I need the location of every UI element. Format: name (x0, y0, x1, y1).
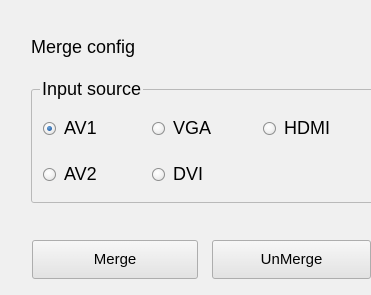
radio-av2-label: AV2 (64, 164, 97, 184)
radio-hdmi-indicator[interactable] (263, 121, 276, 135)
merge-button[interactable]: Merge (32, 240, 198, 279)
radio-av1[interactable]: AV1 (43, 117, 97, 139)
radio-av1-label: AV1 (64, 118, 97, 138)
input-source-legend: Input source (40, 78, 144, 100)
radio-av2-indicator[interactable] (43, 167, 56, 181)
input-source-group (31, 89, 371, 203)
radio-av1-indicator[interactable] (43, 121, 56, 135)
radio-vga-label: VGA (173, 118, 212, 138)
radio-dvi-indicator[interactable] (152, 167, 165, 181)
panel-title: Merge config (31, 37, 136, 57)
radio-hdmi[interactable]: HDMI (263, 117, 330, 139)
radio-dvi-label: DVI (173, 164, 204, 184)
radio-hdmi-label: HDMI (284, 118, 330, 138)
radio-dvi[interactable]: DVI (152, 163, 203, 185)
radio-av2[interactable]: AV2 (43, 163, 97, 185)
radio-vga-indicator[interactable] (152, 121, 165, 135)
unmerge-button[interactable]: UnMerge (212, 240, 371, 279)
merge-config-panel: Merge config Input source AV1 VGA HDMI A… (0, 0, 371, 295)
radio-vga[interactable]: VGA (152, 117, 211, 139)
